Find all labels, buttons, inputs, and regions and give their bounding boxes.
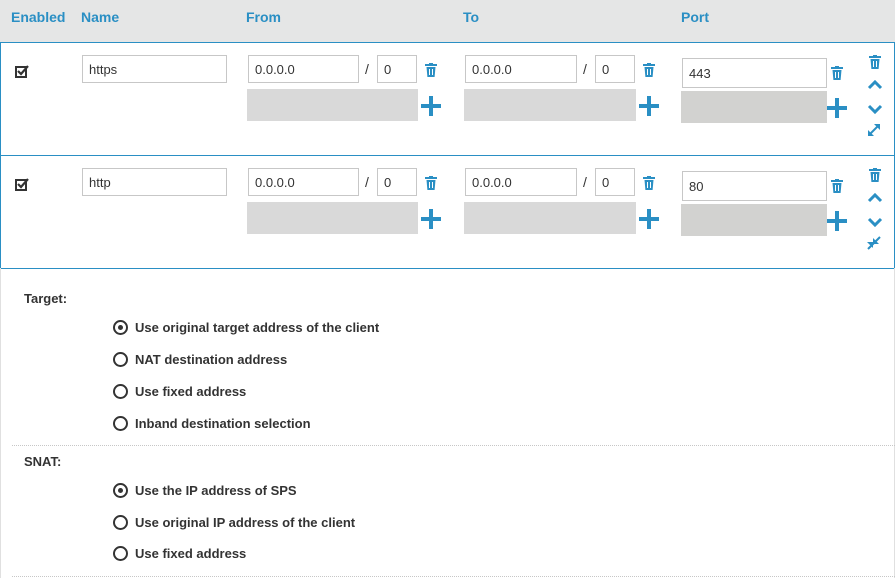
name-input[interactable] — [82, 55, 227, 83]
delete-row-trash-icon[interactable] — [869, 168, 881, 182]
trash-icon[interactable] — [831, 179, 843, 193]
trash-icon[interactable] — [831, 66, 843, 80]
radio-label: Use original IP address of the client — [135, 515, 356, 530]
snat-label: SNAT: — [24, 454, 62, 469]
to-mask-input[interactable] — [595, 168, 635, 196]
move-up-chevron-icon[interactable] — [867, 193, 883, 203]
target-option-fixed[interactable]: Use fixed address — [113, 384, 246, 399]
move-up-chevron-icon[interactable] — [867, 80, 883, 90]
rule-row-1: / / — [0, 42, 895, 156]
to-ip-input[interactable] — [465, 55, 577, 83]
move-down-chevron-icon[interactable] — [867, 217, 883, 227]
plus-icon[interactable] — [827, 211, 847, 231]
from-ip-input[interactable] — [248, 168, 359, 196]
plus-icon[interactable] — [421, 96, 441, 116]
checkbox-checked-icon[interactable] — [15, 177, 29, 191]
expand-icon[interactable] — [865, 121, 883, 139]
to-empty-field[interactable] — [464, 89, 636, 121]
table-header: Enabled Name From To Port — [0, 0, 895, 42]
from-mask-input[interactable] — [377, 55, 417, 83]
port-input[interactable] — [682, 58, 827, 88]
header-to: To — [463, 9, 480, 25]
trash-icon[interactable] — [643, 176, 655, 190]
radio-label: Use fixed address — [135, 546, 247, 561]
to-empty-field[interactable] — [464, 202, 636, 234]
section-divider — [12, 445, 895, 446]
move-down-chevron-icon[interactable] — [867, 104, 883, 114]
name-input[interactable] — [82, 168, 227, 196]
radio-label: Inband destination selection — [135, 416, 311, 431]
radio-unselected-icon[interactable] — [113, 384, 128, 399]
header-name: Name — [81, 9, 120, 25]
radio-selected-icon[interactable] — [113, 320, 128, 335]
delete-row-trash-icon[interactable] — [869, 55, 881, 69]
port-input[interactable] — [682, 171, 827, 201]
radio-selected-icon[interactable] — [113, 483, 128, 498]
radio-unselected-icon[interactable] — [113, 515, 128, 530]
collapse-icon[interactable] — [865, 234, 883, 252]
header-from: From — [246, 9, 281, 25]
snat-option-sps[interactable]: Use the IP address of SPS — [113, 483, 297, 498]
plus-icon[interactable] — [421, 209, 441, 229]
from-separator: / — [365, 61, 369, 77]
to-separator: / — [583, 61, 587, 77]
trash-icon[interactable] — [425, 63, 437, 77]
section-divider — [12, 576, 895, 577]
radio-unselected-icon[interactable] — [113, 352, 128, 367]
radio-label: Use the IP address of SPS — [135, 483, 297, 498]
target-option-inband[interactable]: Inband destination selection — [113, 416, 311, 431]
header-enabled: Enabled — [11, 9, 66, 25]
radio-unselected-icon[interactable] — [113, 416, 128, 431]
snat-option-fixed[interactable]: Use fixed address — [113, 546, 246, 561]
header-port: Port — [681, 9, 709, 25]
plus-icon[interactable] — [639, 96, 659, 116]
port-empty-field[interactable] — [681, 91, 827, 123]
from-separator: / — [365, 174, 369, 190]
target-option-nat[interactable]: NAT destination address — [113, 352, 287, 367]
checkbox-checked-icon[interactable] — [15, 64, 29, 78]
snat-option-client[interactable]: Use original IP address of the client — [113, 515, 355, 530]
rule-row-2: / / — [0, 155, 895, 269]
to-separator: / — [583, 174, 587, 190]
radio-label: NAT destination address — [135, 352, 288, 367]
trash-icon[interactable] — [425, 176, 437, 190]
from-ip-input[interactable] — [248, 55, 359, 83]
radio-unselected-icon[interactable] — [113, 546, 128, 561]
from-mask-input[interactable] — [377, 168, 417, 196]
to-ip-input[interactable] — [465, 168, 577, 196]
trash-icon[interactable] — [643, 63, 655, 77]
plus-icon[interactable] — [639, 209, 659, 229]
port-empty-field[interactable] — [681, 204, 827, 236]
to-mask-input[interactable] — [595, 55, 635, 83]
radio-label: Use fixed address — [135, 384, 247, 399]
target-label: Target: — [24, 291, 68, 306]
target-option-original[interactable]: Use original target address of the clien… — [113, 320, 379, 335]
from-empty-field[interactable] — [247, 202, 418, 234]
plus-icon[interactable] — [827, 98, 847, 118]
from-empty-field[interactable] — [247, 89, 418, 121]
radio-label: Use original target address of the clien… — [135, 320, 380, 335]
